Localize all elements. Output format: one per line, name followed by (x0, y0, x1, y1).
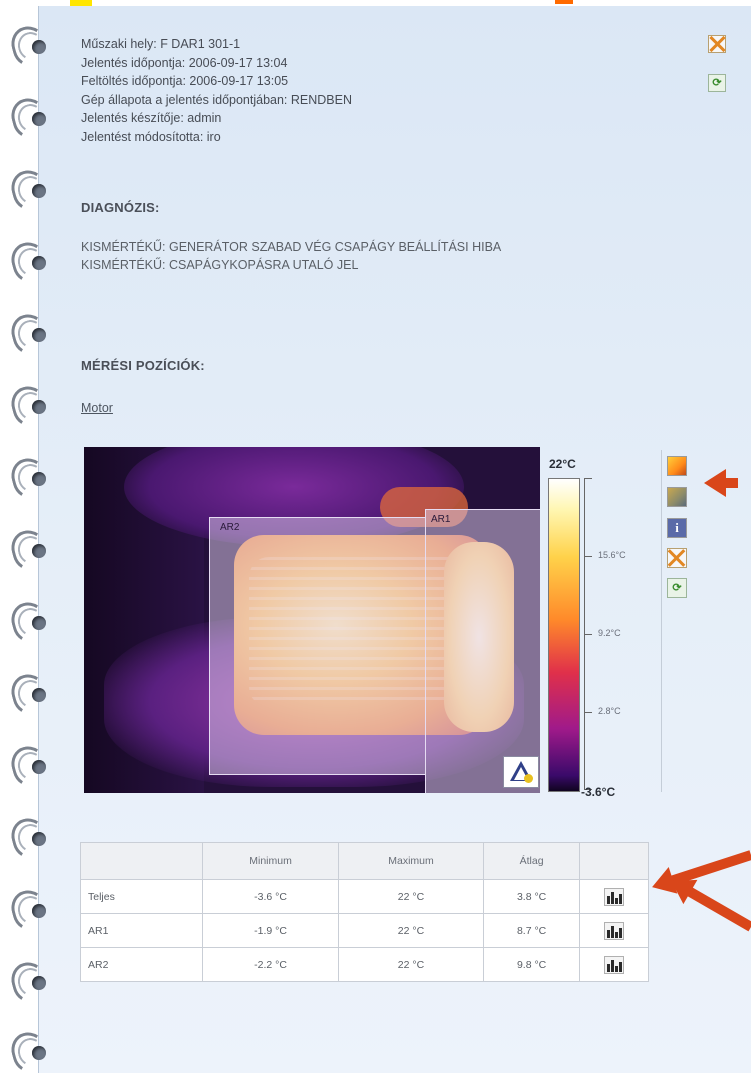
scale-tick (584, 556, 592, 557)
report-info: Műszaki hely: F DAR1 301-1 Jelentés időp… (81, 35, 352, 146)
table-cell: 3.8 °C (482, 879, 581, 914)
color-scale-bar (548, 478, 580, 792)
refresh-icon[interactable]: ⟳ (708, 74, 726, 92)
diagnosis-list: KISMÉRTÉKŰ: GENERÁTOR SZABAD VÉG CSAPÁGY… (81, 238, 501, 274)
chart-icon[interactable] (604, 887, 625, 906)
scale-min-label: -3.6°C (581, 785, 616, 799)
table-cell: 22 °C (338, 947, 484, 982)
scale-tick (584, 634, 592, 635)
scale-tick-label: 15.6°C (598, 550, 626, 560)
roi-ar2[interactable]: AR2 (209, 517, 426, 775)
annotation-arrow (718, 478, 738, 488)
info-icon[interactable]: i (667, 518, 687, 538)
refresh-icon[interactable]: ⟳ (667, 578, 687, 598)
photo-icon[interactable] (667, 456, 687, 476)
table-header-row: Minimum Maximum Átlag (80, 842, 649, 880)
table-cell: 22 °C (338, 913, 484, 948)
diagnosis-item: KISMÉRTÉKŰ: CSAPÁGYKOPÁSRA UTALÓ JEL (81, 258, 359, 272)
table-header: Maximum (338, 842, 484, 880)
roi-label-ar2: AR2 (220, 522, 240, 533)
table-header: Átlag (482, 842, 581, 880)
divider (661, 450, 662, 792)
close-icon[interactable] (667, 548, 687, 568)
table-header (80, 842, 203, 880)
spiral-ring (7, 598, 56, 648)
spiral-ring (7, 382, 56, 432)
table-cell (579, 947, 649, 982)
info-report-time: Jelentés időpontja: 2006-09-17 13:04 (81, 55, 288, 70)
table-row: AR2 -2.2 °C 22 °C 9.8 °C (80, 947, 649, 982)
spiral-ring (7, 454, 56, 504)
spiral-binding (7, 22, 56, 1076)
table-row: Teljes -3.6 °C 22 °C 3.8 °C (80, 879, 649, 914)
table-cell: -2.2 °C (201, 947, 340, 982)
chart-icon[interactable] (604, 955, 625, 974)
scale-tick-label: 2.8°C (598, 706, 621, 716)
info-upload-time: Feltöltés időpontja: 2006-09-17 13:05 (81, 74, 289, 88)
table-cell: AR1 (80, 913, 203, 948)
spiral-ring (7, 958, 56, 1008)
table-cell: 8.7 °C (482, 913, 581, 948)
warning-icon[interactable] (503, 756, 539, 788)
scale-tick (584, 712, 592, 713)
table-cell: -1.9 °C (201, 913, 340, 948)
diagnosis-item: KISMÉRTÉKŰ: GENERÁTOR SZABAD VÉG CSAPÁGY… (81, 240, 502, 254)
table-cell: AR2 (80, 947, 203, 982)
spiral-ring (7, 310, 56, 360)
spiral-ring (7, 814, 56, 864)
orange-highlight-mark (555, 0, 573, 4)
table-cell: 9.8 °C (482, 947, 581, 982)
spiral-ring (7, 238, 56, 288)
measurement-heading: MÉRÉSI POZÍCIÓK: (81, 358, 205, 373)
spiral-ring (7, 526, 56, 576)
spiral-ring (7, 886, 56, 936)
scale-tick (584, 478, 592, 479)
table-cell (579, 913, 649, 948)
spiral-ring (7, 22, 56, 72)
image-icon[interactable] (667, 487, 687, 507)
table-row: AR1 -1.9 °C 22 °C 8.7 °C (80, 913, 649, 948)
diagnosis-heading: DIAGNÓZIS: (81, 200, 160, 215)
close-icon[interactable] (708, 35, 726, 53)
scale-tick-label: 9.2°C (598, 628, 621, 638)
info-machine-state: Gép állapota a jelentés időpontjában: RE… (81, 92, 353, 107)
motor-link[interactable]: Motor (81, 401, 113, 415)
table-header (579, 842, 649, 880)
table-cell (579, 879, 649, 914)
chart-icon[interactable] (604, 921, 625, 940)
spiral-ring (7, 1028, 56, 1078)
spiral-ring (7, 670, 56, 720)
spiral-ring (7, 166, 56, 216)
temperature-table: Minimum Maximum Átlag Teljes -3.6 °C 22 … (80, 842, 649, 982)
table-cell: -3.6 °C (201, 879, 340, 914)
roi-ar1[interactable]: AR1 (425, 509, 540, 793)
spiral-ring (7, 742, 56, 792)
table-cell: 22 °C (338, 879, 484, 914)
info-modified-by: Jelentést módosította: iro (81, 129, 221, 144)
info-location: Műszaki hely: F DAR1 301-1 (81, 37, 241, 51)
info-author: Jelentés készítője: admin (81, 111, 222, 125)
table-header: Minimum (201, 842, 340, 880)
roi-label-ar1: AR1 (431, 514, 451, 525)
scale-max-label: 22°C (549, 457, 576, 471)
thermal-image: AR2 AR1 (84, 447, 540, 793)
table-cell: Teljes (80, 879, 203, 914)
spiral-ring (7, 94, 56, 144)
